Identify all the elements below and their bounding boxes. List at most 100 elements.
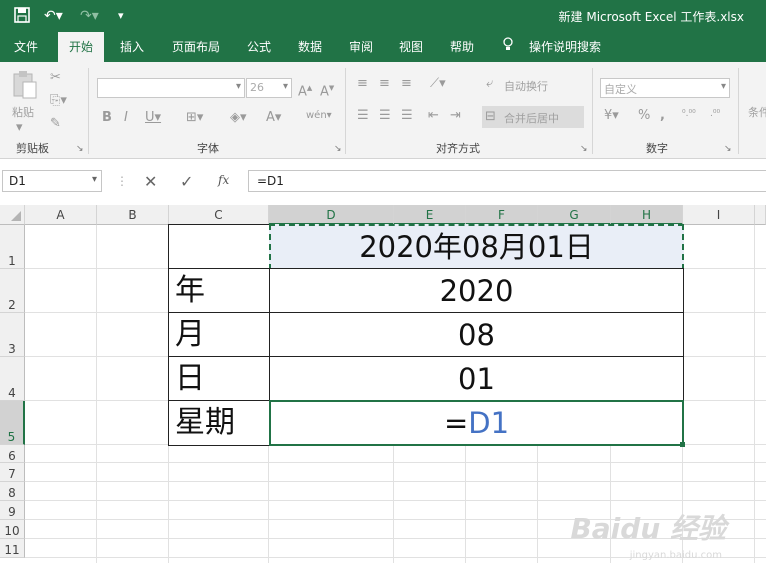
conditional-format-button[interactable]: 条件 (748, 104, 766, 120)
paste-label[interactable]: 粘贴 (12, 104, 34, 120)
cell-c2[interactable]: 年 (168, 268, 270, 314)
row-header-5[interactable]: 5 (0, 401, 25, 445)
align-top-icon[interactable]: ≡ (357, 76, 368, 92)
baidu-watermark: Baidu 经验 (570, 512, 726, 545)
cell-d5-active[interactable]: =D1 (269, 400, 684, 446)
row-header-7[interactable]: 7 (0, 463, 25, 482)
merge-icon: ⊟ (485, 109, 496, 124)
align-bottom-icon[interactable]: ≡ (401, 76, 412, 92)
increase-font-icon[interactable]: A▲ (298, 80, 312, 100)
number-format-combo[interactable]: 自定义 ▾ (600, 78, 730, 98)
increase-decimal-icon[interactable]: ⁰.⁰⁰ (682, 106, 696, 122)
orientation-icon[interactable]: ⟋▾ (430, 76, 446, 92)
tab-help[interactable]: 帮助 (443, 32, 481, 62)
cancel-icon[interactable]: ✕ (144, 172, 157, 191)
tab-file[interactable]: 文件 (6, 32, 46, 62)
font-size-combo[interactable]: 26 ▾ (246, 78, 292, 98)
number-launcher-icon[interactable]: ↘ (724, 144, 732, 154)
borders-icon[interactable]: ⊞▾ (186, 110, 203, 126)
cut-icon[interactable]: ✂ (50, 70, 61, 86)
merge-center-button[interactable]: ⊟ 合并后居中 (482, 106, 584, 128)
row-header-2[interactable]: 2 (0, 269, 25, 313)
format-painter-icon[interactable]: ✎ (50, 116, 61, 132)
font-launcher-icon[interactable]: ↘ (334, 144, 342, 154)
column-header-e[interactable]: E (394, 205, 466, 225)
row-header-11[interactable]: 11 (0, 539, 25, 558)
percent-icon[interactable]: % (638, 108, 650, 124)
wrap-text-button[interactable]: 自动换行 (504, 78, 548, 94)
underline-icon[interactable]: U▾ (145, 110, 161, 126)
italic-icon[interactable]: I (124, 110, 128, 126)
cell-c5[interactable]: 星期 (168, 400, 270, 446)
formula-input[interactable]: =D1 (248, 170, 766, 192)
customize-icon[interactable]: ▾ (118, 7, 124, 25)
title-bar: ↶▾ ↷▾ ▾ 新建 Microsoft Excel 工作表.xlsx (0, 0, 766, 32)
cell-d4-merged[interactable]: 01 (269, 356, 684, 402)
row-header-4[interactable]: 4 (0, 357, 25, 401)
select-all-corner[interactable] (0, 205, 25, 225)
column-header-b[interactable]: B (97, 205, 169, 225)
cell-d2-merged[interactable]: 2020 (269, 268, 684, 314)
align-left-icon[interactable]: ☰ (357, 108, 369, 124)
currency-icon[interactable]: ¥▾ (604, 108, 619, 124)
cell-c3[interactable]: 月 (168, 312, 270, 358)
font-color-icon[interactable]: A▾ (266, 110, 281, 126)
lightbulb-icon (498, 32, 518, 62)
decrease-font-icon[interactable]: A▼ (320, 80, 334, 100)
phonetic-icon[interactable]: wén▾ (306, 108, 332, 124)
bold-icon[interactable]: B (102, 110, 112, 126)
tab-data[interactable]: 数据 (290, 32, 330, 62)
column-header-g[interactable]: G (538, 205, 611, 225)
align-center-icon[interactable]: ☰ (379, 108, 391, 124)
undo-icon[interactable]: ↶▾ (44, 7, 63, 25)
formula-reference: D1 (468, 406, 510, 440)
fill-handle[interactable] (680, 442, 685, 447)
decrease-decimal-icon[interactable]: .⁰⁰ (710, 106, 720, 122)
column-header-d[interactable]: D (269, 205, 394, 225)
align-right-icon[interactable]: ☰ (401, 108, 413, 124)
fill-color-icon[interactable]: ◈▾ (230, 110, 247, 126)
cell-d1-merged[interactable]: 2020年08月01日 (269, 224, 684, 270)
tell-me-search[interactable]: 操作说明搜索 (524, 32, 606, 62)
wrap-text-icon: ⤶ (486, 76, 494, 91)
tab-home[interactable]: 开始 (58, 32, 104, 62)
tab-view[interactable]: 视图 (392, 32, 430, 62)
tab-review[interactable]: 审阅 (341, 32, 381, 62)
clipboard-launcher-icon[interactable]: ↘ (76, 144, 84, 154)
increase-indent-icon[interactable]: ⇥ (450, 108, 461, 124)
insert-function-icon[interactable]: fx (218, 173, 229, 187)
cell-c1[interactable] (168, 224, 270, 270)
redo-icon[interactable]: ↷▾ (80, 7, 99, 25)
ribbon: 粘贴 ▾ ✂ ⎘▾ ✎ 剪贴板 ↘ ▾ 26 ▾ A▲ A▼ B I U▾ ⊞▾ … (0, 62, 766, 159)
row-header-1[interactable]: 1 (0, 225, 25, 269)
column-header-i[interactable]: I (683, 205, 755, 225)
row-header-9[interactable]: 9 (0, 501, 25, 520)
align-middle-icon[interactable]: ≡ (379, 76, 390, 92)
tab-insert[interactable]: 插入 (112, 32, 152, 62)
enter-icon[interactable]: ✓ (180, 172, 193, 191)
row-header-6[interactable]: 6 (0, 445, 25, 463)
row-header-3[interactable]: 3 (0, 313, 25, 357)
row-header-10[interactable]: 10 (0, 520, 25, 539)
font-name-combo[interactable]: ▾ (97, 78, 245, 98)
paste-icon[interactable] (10, 70, 40, 100)
column-header-a[interactable]: A (25, 205, 97, 225)
row-header-8[interactable]: 8 (0, 482, 25, 501)
baidu-watermark-url: jingyan.baidu.com (629, 550, 722, 561)
column-header-f[interactable]: F (466, 205, 538, 225)
cell-c4[interactable]: 日 (168, 356, 270, 402)
cell-d3-merged[interactable]: 08 (269, 312, 684, 358)
name-box-dropdown-icon[interactable]: ▾ (92, 174, 97, 185)
name-box[interactable]: D1 ▾ (2, 170, 102, 192)
comma-style-icon[interactable]: , (660, 108, 665, 124)
copy-icon[interactable]: ⎘▾ (50, 93, 67, 109)
tab-formulas[interactable]: 公式 (240, 32, 278, 62)
column-header-c[interactable]: C (169, 205, 269, 225)
decrease-indent-icon[interactable]: ⇤ (428, 108, 439, 124)
tab-page-layout[interactable]: 页面布局 (164, 32, 228, 62)
formula-bar-grip-icon: ⋮ (116, 174, 128, 188)
save-icon[interactable] (14, 7, 30, 28)
paste-dropdown-icon[interactable]: ▾ (16, 120, 23, 136)
column-header-h[interactable]: H (611, 205, 683, 225)
alignment-launcher-icon[interactable]: ↘ (580, 144, 588, 154)
